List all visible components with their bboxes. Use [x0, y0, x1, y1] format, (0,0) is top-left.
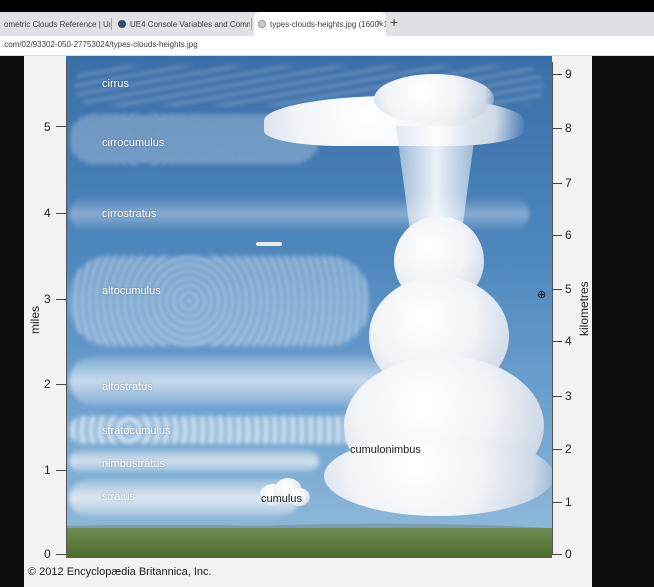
label-cirrus: cirrus: [102, 78, 129, 90]
left-tick: [56, 384, 66, 385]
label-altocumulus: altocumulus: [102, 285, 161, 297]
left-tick-label: 0: [44, 547, 51, 561]
tab-label: types-clouds-heights.jpg (1600×1: [270, 19, 386, 29]
right-tick: [552, 128, 562, 129]
right-tick-label: 8: [565, 121, 572, 135]
label-cirrostratus: cirrostratus: [102, 208, 157, 220]
right-tick-label: 6: [565, 228, 572, 242]
new-tab-button[interactable]: +: [390, 15, 398, 29]
tab-label: ometric Clouds Reference | Unreal: [4, 19, 110, 29]
right-tick: [552, 502, 562, 503]
tab-volumetric-clouds[interactable]: ometric Clouds Reference | Unreal: [0, 12, 110, 36]
left-tick-label: 3: [44, 292, 51, 306]
right-axis-line: [552, 62, 553, 554]
right-tick-label: 0: [565, 547, 572, 561]
image-viewer: cirrus cirrocumulus cirrostratus altocum…: [0, 56, 654, 587]
right-tick-label: 1: [565, 495, 572, 509]
tab-types-clouds-heights[interactable]: types-clouds-heights.jpg (1600×1 ×: [254, 12, 386, 36]
address-bar[interactable]: .com/02/93302-050-27753024/types-clouds-…: [0, 36, 654, 56]
right-tick: [552, 183, 562, 184]
right-tick-label: 9: [565, 67, 572, 81]
left-tick-label: 1: [44, 463, 51, 477]
right-tick: [552, 396, 562, 397]
ground: [66, 528, 552, 558]
tab-label: UE4 Console Variables and Commands: [130, 19, 250, 29]
screen: ometric Clouds Reference | Unreal UE4 Co…: [0, 0, 654, 587]
left-tick-label: 2: [44, 377, 51, 391]
close-tab-icon[interactable]: ×: [376, 18, 382, 29]
right-tick: [552, 235, 562, 236]
copyright-text: © 2012 Encyclopædia Britannica, Inc.: [28, 566, 212, 578]
cumulonimbus-anvil-top: [374, 74, 494, 124]
zoom-cursor-icon: ⊕: [537, 289, 547, 301]
url-text: .com/02/93302-050-27753024/types-clouds-…: [2, 40, 198, 49]
tab-separator: [111, 18, 112, 30]
right-axis-title: kilometres: [577, 281, 591, 336]
left-tick: [56, 299, 66, 300]
right-tick: [552, 449, 562, 450]
label-altostratus: altostratus: [102, 381, 153, 393]
tab-favicon-icon: [118, 20, 126, 28]
label-nimbostratus: nimbostratus: [102, 458, 165, 470]
label-stratocumulus: stratocumulus: [102, 425, 171, 437]
right-tick: [552, 74, 562, 75]
tab-ue4-console[interactable]: UE4 Console Variables and Commands: [114, 12, 250, 36]
left-tick-label: 5: [44, 120, 51, 134]
label-cumulonimbus: cumulonimbus: [350, 444, 421, 456]
tab-bar: ometric Clouds Reference | Unreal UE4 Co…: [0, 12, 654, 36]
left-axis-title: miles: [28, 305, 42, 334]
right-tick: [552, 341, 562, 342]
label-stratus: stratus: [102, 491, 136, 503]
left-tick: [56, 554, 66, 555]
right-tick-label: 4: [565, 334, 572, 348]
right-tick: [552, 289, 562, 290]
airplane-icon: [256, 242, 282, 246]
altocumulus-band: [69, 256, 369, 346]
right-tick-label: 2: [565, 442, 572, 456]
label-cirrocumulus: cirrocumulus: [102, 137, 165, 149]
left-tick: [56, 470, 66, 471]
cloud-heights-image: cirrus cirrocumulus cirrostratus altocum…: [24, 56, 592, 587]
left-axis-line: [66, 62, 67, 554]
tab-favicon-icon: [258, 20, 266, 28]
right-tick-label: 3: [565, 389, 572, 403]
label-cumulus: cumulus: [261, 493, 302, 505]
left-tick-label: 4: [44, 206, 51, 220]
left-tick: [56, 213, 66, 214]
right-tick-label: 7: [565, 176, 572, 190]
right-tick-label: 5: [565, 282, 572, 296]
left-tick: [56, 126, 66, 127]
tab-separator: [251, 18, 252, 30]
right-tick: [552, 554, 562, 555]
